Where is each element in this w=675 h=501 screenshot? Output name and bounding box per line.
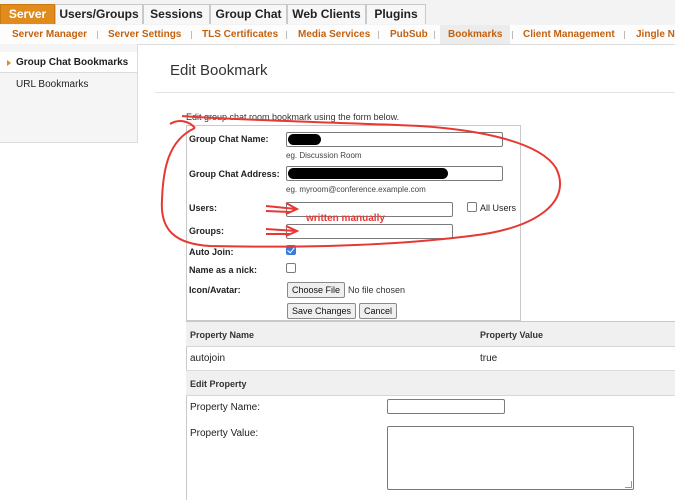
subtab-separator: [191, 31, 192, 39]
sidebar-item-label: URL Bookmarks: [16, 79, 89, 90]
choose-file-button[interactable]: Choose File: [287, 282, 346, 298]
icon-avatar-label: Icon/Avatar:: [189, 285, 241, 295]
sub-nav-bar: Server Manager Server Settings TLS Certi…: [0, 25, 675, 45]
redaction-mark: [288, 168, 448, 179]
page-title: Edit Bookmark: [170, 62, 268, 79]
property-value-textarea[interactable]: [387, 426, 634, 490]
subtab-server-manager[interactable]: Server Manager: [12, 25, 87, 44]
subtab-separator: [97, 31, 98, 39]
tab-web-clients[interactable]: Web Clients: [287, 4, 366, 24]
users-label: Users:: [189, 203, 218, 213]
column-header-property-value: Property Value: [480, 330, 544, 340]
property-name-cell: autojoin: [190, 353, 226, 364]
subtab-tls-certificates[interactable]: TLS Certificates: [202, 25, 278, 44]
tab-group-chat[interactable]: Group Chat: [210, 4, 287, 24]
sidebar-item-url-bookmarks[interactable]: URL Bookmarks: [0, 74, 137, 95]
property-value-cell: true: [480, 353, 498, 364]
all-users-label: All Users: [480, 203, 517, 213]
subtab-jingle-nodes[interactable]: Jingle No: [636, 25, 675, 44]
tab-users-groups[interactable]: Users/Groups: [55, 4, 143, 24]
name-as-nick-checkbox[interactable]: [286, 263, 296, 273]
subtab-bookmarks[interactable]: Bookmarks: [440, 25, 511, 44]
annotation-note: written manually: [306, 213, 385, 224]
groups-label: Groups:: [189, 226, 224, 236]
property-value-label: Property Value:: [190, 428, 259, 439]
auto-join-checkbox[interactable]: [286, 245, 296, 255]
subtab-media-services[interactable]: Media Services: [298, 25, 370, 44]
group-chat-address-label: Group Chat Address:: [189, 169, 280, 179]
tab-server[interactable]: Server: [0, 4, 55, 24]
all-users-checkbox[interactable]: [467, 202, 477, 212]
group-chat-address-hint: eg. myroom@conference.example.com: [286, 185, 426, 194]
subtab-separator: [624, 31, 625, 39]
auto-join-label: Auto Join:: [189, 247, 234, 257]
property-table: Property Name Property Value autojoin tr…: [186, 321, 675, 501]
group-chat-name-label: Group Chat Name:: [189, 134, 269, 144]
form-intro-text: Edit group chat room bookmark using the …: [186, 112, 400, 122]
tab-sessions[interactable]: Sessions: [143, 4, 210, 24]
property-name-input[interactable]: [387, 399, 505, 414]
no-file-chosen-text: No file chosen: [348, 285, 406, 295]
cancel-button[interactable]: Cancel: [359, 303, 398, 319]
save-changes-button[interactable]: Save Changes: [287, 303, 357, 319]
column-header-property-name: Property Name: [190, 330, 255, 340]
name-as-nick-label: Name as a nick:: [189, 265, 258, 275]
sidebar-item-group-chat-bookmarks[interactable]: Group Chat Bookmarks: [0, 52, 137, 73]
edit-property-heading: Edit Property: [190, 379, 247, 389]
arrow-bullet-icon: [7, 60, 11, 66]
sidebar: Group Chat Bookmarks URL Bookmarks: [0, 44, 138, 143]
title-divider: [155, 92, 675, 93]
groups-input[interactable]: [286, 224, 453, 239]
subtab-server-settings[interactable]: Server Settings: [108, 25, 181, 44]
resize-grip-icon[interactable]: [625, 481, 632, 488]
subtab-separator: [434, 31, 435, 39]
subtab-client-management[interactable]: Client Management: [523, 25, 615, 44]
table-header-row: Property Name Property Value: [186, 322, 675, 347]
top-nav-bar: Server Users/Groups Sessions Group Chat …: [0, 0, 675, 26]
edit-property-header: Edit Property: [186, 371, 675, 396]
subtab-separator: [512, 31, 513, 39]
redaction-mark: [288, 134, 321, 145]
property-name-label: Property Name:: [190, 402, 261, 413]
subtab-separator: [286, 31, 287, 39]
group-chat-name-hint: eg. Discussion Room: [286, 151, 362, 160]
sidebar-item-label: Group Chat Bookmarks: [16, 57, 129, 68]
tab-plugins[interactable]: Plugins: [366, 4, 426, 24]
subtab-pubsub[interactable]: PubSub: [390, 25, 428, 44]
subtab-separator: [378, 31, 379, 39]
